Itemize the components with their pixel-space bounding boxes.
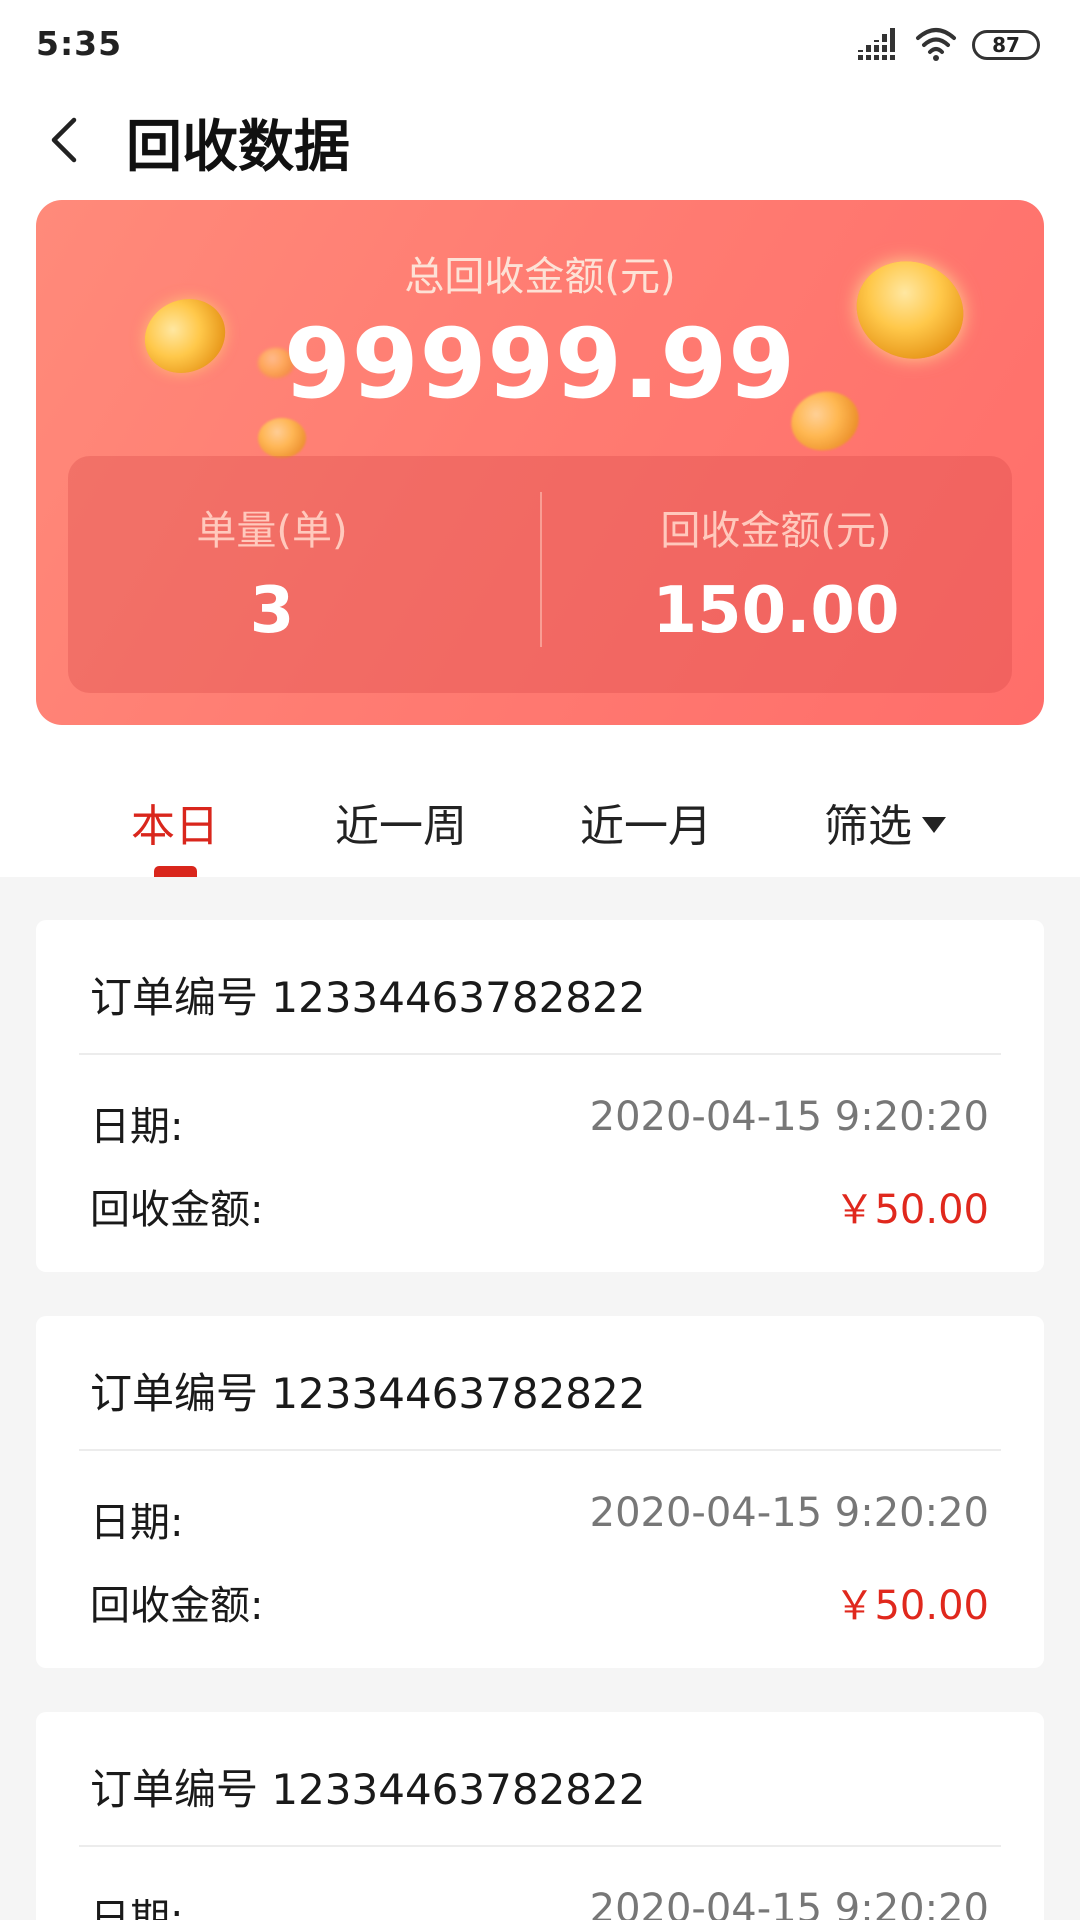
date-label: 日期: bbox=[90, 1896, 184, 1920]
chevron-left-icon[interactable] bbox=[42, 108, 90, 172]
order-card[interactable]: 订单编号 12334463782822 日期: 2020-04-15 9:20:… bbox=[36, 1712, 1044, 1920]
date-label: 日期: bbox=[90, 1500, 184, 1546]
active-tab-indicator bbox=[154, 866, 197, 877]
amount-label: 回收金额: bbox=[90, 1187, 264, 1233]
order-card[interactable]: 订单编号 12334463782822 日期: 2020-04-15 9:20:… bbox=[36, 1316, 1044, 1668]
recycle-amount-value: 150.00 bbox=[652, 574, 900, 648]
order-number: 订单编号 12334463782822 bbox=[90, 1369, 646, 1418]
date-label: 日期: bbox=[90, 1104, 184, 1150]
order-number: 订单编号 12334463782822 bbox=[90, 1765, 646, 1814]
signal-icon bbox=[858, 28, 898, 60]
tab-week[interactable]: 近一周 bbox=[335, 790, 467, 854]
order-count-stat: 单量(单) 3 bbox=[36, 456, 508, 693]
total-amount-label: 总回收金额(元) bbox=[404, 254, 676, 300]
stats-panel: 单量(单) 3 回收金额(元) 150.00 bbox=[68, 456, 1012, 693]
order-divider bbox=[79, 1845, 1001, 1847]
page-title: 回收数据 bbox=[126, 115, 350, 180]
amount-label: 回收金额: bbox=[90, 1583, 264, 1629]
total-amount-value: 99999.99 bbox=[283, 308, 797, 420]
tab-filter[interactable]: 筛选 bbox=[824, 790, 946, 854]
amount-value: ￥50.00 bbox=[834, 1583, 989, 1629]
date-value: 2020-04-15 9:20:20 bbox=[589, 1886, 989, 1920]
tab-filter-label: 筛选 bbox=[824, 801, 912, 852]
order-count-value: 3 bbox=[249, 574, 295, 648]
battery-indicator: 87 bbox=[972, 30, 1040, 60]
recycle-amount-stat: 回收金额(元) 150.00 bbox=[540, 456, 1012, 693]
tab-month[interactable]: 近一月 bbox=[580, 790, 712, 854]
status-bar: 5:35 87 bbox=[0, 0, 1080, 90]
recycle-amount-label: 回收金额(元) bbox=[660, 508, 892, 554]
date-value: 2020-04-15 9:20:20 bbox=[589, 1490, 989, 1536]
order-card[interactable]: 订单编号 12334463782822 日期: 2020-04-15 9:20:… bbox=[36, 920, 1044, 1272]
wifi-icon bbox=[916, 28, 956, 61]
caret-down-icon bbox=[922, 817, 946, 833]
period-tabs: 本日 近一周 近一月 筛选 bbox=[0, 760, 1080, 877]
date-value: 2020-04-15 9:20:20 bbox=[589, 1094, 989, 1140]
battery-level: 87 bbox=[992, 33, 1020, 57]
header-area: 5:35 87 回收数据 总回收金额(元) 99999.99 单量(单) 3 回… bbox=[0, 0, 1080, 877]
order-divider bbox=[79, 1449, 1001, 1451]
tab-today[interactable]: 本日 bbox=[131, 790, 219, 854]
order-divider bbox=[79, 1053, 1001, 1055]
order-number: 订单编号 12334463782822 bbox=[90, 973, 646, 1022]
coin-decoration bbox=[258, 418, 306, 458]
status-time: 5:35 bbox=[36, 24, 123, 63]
nav-bar: 回收数据 bbox=[0, 90, 1080, 200]
summary-card: 总回收金额(元) 99999.99 单量(单) 3 回收金额(元) 150.00 bbox=[36, 200, 1044, 725]
amount-value: ￥50.00 bbox=[834, 1187, 989, 1233]
order-count-label: 单量(单) bbox=[196, 508, 348, 554]
